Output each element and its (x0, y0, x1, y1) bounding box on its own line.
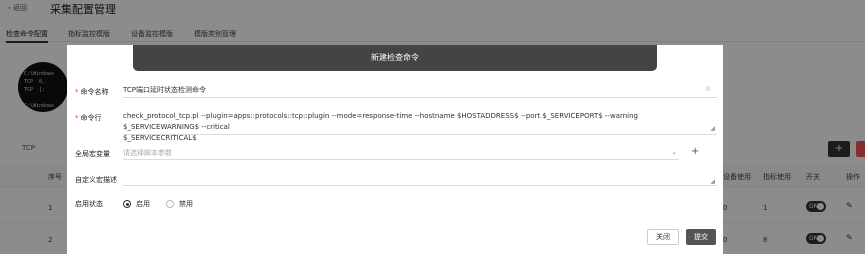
name-label: 命令名称 (80, 88, 109, 96)
command-line-1: check_protocol_tcp.pl --plugin=apps::pro… (123, 112, 638, 131)
command-line-textarea[interactable]: check_protocol_tcp.pl --plugin=apps::pro… (123, 111, 717, 142)
radio-disabled[interactable]: 禁用 (166, 199, 193, 209)
chevron-down-icon: ⌄ (671, 148, 677, 156)
radio-unchecked-icon (166, 200, 174, 208)
field-label: * 命令行 (75, 113, 102, 123)
submit-button[interactable]: 提交 (686, 229, 716, 245)
resize-handle-icon[interactable]: ◢ (710, 123, 715, 134)
radio-checked-icon (123, 200, 131, 208)
required-marker: * (75, 114, 79, 122)
command-label: 命令行 (80, 114, 102, 122)
required-marker: * (75, 88, 79, 96)
modal-title: 新建检查命令 (133, 45, 657, 71)
radio-disabled-label: 禁用 (179, 200, 193, 208)
close-button[interactable]: 关闭 (647, 229, 679, 245)
radio-enabled-label: 启用 (136, 200, 150, 208)
new-command-modal: 新建检查命令 * 命令名称 TCP端口延时状态检测命令 ⊘ * 命令行 check_… (67, 45, 723, 254)
macro-placeholder: 请选择脚本参数 (123, 149, 172, 157)
radio-enabled[interactable]: 启用 (123, 199, 150, 209)
add-macro-icon[interactable]: + (691, 146, 699, 157)
macro-label: 全局宏变量 (75, 150, 110, 158)
command-name-input[interactable]: TCP端口延时状态检测命令 ⊘ (123, 85, 717, 98)
status-radio-group: 启用 禁用 (123, 199, 193, 209)
status-label: 启用状态 (75, 200, 103, 208)
check-circle-icon: ⊘ (705, 85, 711, 93)
macro-select[interactable]: 请选择脚本参数 ⌄ (123, 148, 679, 160)
macro-desc-textarea[interactable]: ◢ (123, 174, 717, 186)
desc-label: 自定义宏描述 (75, 176, 117, 184)
command-line-2: $_SERVICECRITICAL$ (123, 134, 197, 142)
resize-handle-icon[interactable]: ◢ (710, 178, 715, 185)
field-label: * 命令名称 (75, 87, 109, 97)
command-name-value: TCP端口延时状态检测命令 (123, 86, 206, 94)
